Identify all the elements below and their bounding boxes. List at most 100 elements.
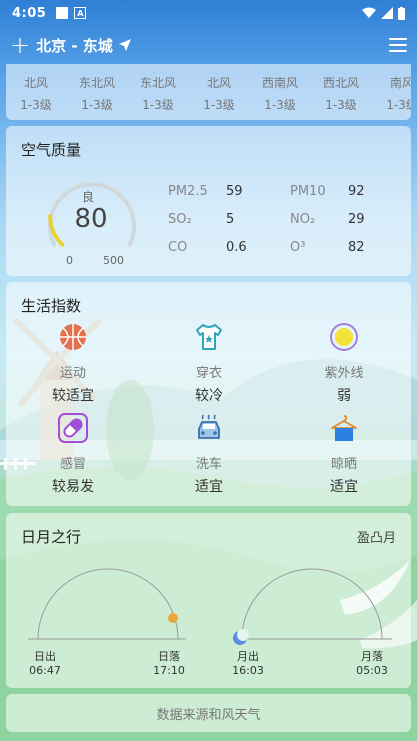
life-item-value: 弱 (337, 388, 351, 404)
sunset-time: 17:10 (153, 664, 185, 677)
pollutant-name: CO (168, 240, 188, 255)
wind-item: 西北风 1-3级 (311, 72, 371, 116)
moonset-time: 05:03 (356, 664, 388, 677)
wind-level: 1-3级 (264, 98, 296, 112)
wind-direction: 东北风 (78, 76, 115, 90)
clothes-hanger-icon (331, 415, 357, 441)
life-item-value: 适宜 (195, 479, 223, 495)
pollutant-value: 0.6 (226, 240, 247, 255)
city-name[interactable]: 北京 - 东城 (36, 35, 113, 56)
menu-line-icon (389, 50, 407, 52)
life-item-label: 感冒 (59, 457, 86, 472)
pollutant-value: 92 (348, 184, 365, 199)
moon-arc (241, 568, 383, 640)
pollutant-name: PM10 (290, 184, 326, 199)
aqi-value: 80 (74, 204, 108, 234)
add-city-button[interactable]: + (10, 33, 30, 57)
air-quality-title: 空气质量 (21, 141, 82, 159)
life-item-label: 运动 (59, 366, 86, 381)
pollutant-name: PM2.5 (168, 184, 208, 199)
data-source-link[interactable]: 数据来源和风天气 (6, 694, 411, 732)
sunset-info: 日落 17:10 (144, 650, 194, 678)
moonset-label: 月落 (361, 650, 383, 663)
wind-level: 1-3级 (142, 98, 174, 112)
sunset-label: 日落 (158, 650, 180, 663)
pollutant-name: NO₂ (290, 212, 316, 227)
moon-position-icon (233, 629, 249, 645)
wind-direction: 北风 (206, 76, 231, 90)
life-item-clothing[interactable]: 穿衣 较冷 (169, 322, 249, 405)
wifi-icon (362, 7, 376, 18)
wind-direction: 北风 (23, 76, 48, 90)
gauge-max-label: 500 (103, 254, 124, 267)
aqi-level-text: 良 (81, 190, 94, 204)
tshirt-icon (196, 324, 222, 350)
wind-direction: 东北风 (139, 76, 176, 90)
wind-direction: 西南风 (261, 76, 298, 90)
pollutant-value: 82 (348, 240, 365, 255)
location-arrow-icon (118, 39, 131, 51)
sun-arc (37, 568, 179, 640)
uv-sun-icon (330, 323, 358, 351)
wind-item: 北风 1-3级 (6, 72, 66, 116)
life-item-carwash[interactable]: 洗车 适宜 (169, 413, 249, 496)
menu-line-icon (389, 38, 407, 40)
wind-level: 1-3级 (203, 98, 235, 112)
wind-level: 1-3级 (81, 98, 113, 112)
moonset-info: 月落 05:03 (347, 650, 397, 678)
air-quality-card[interactable]: 空气质量 良 80 0 500 PM2.5 59 PM10 92 SO₂ 5 N… (6, 126, 411, 276)
life-item-value: 适宜 (330, 479, 358, 495)
sun-moon-card: 日月之行 盈凸月 日出 06:47 日落 17:10 月出 16:03 月落 0… (6, 513, 411, 688)
pollutant-value: 5 (226, 212, 235, 227)
life-item-label: 紫外线 (324, 366, 364, 381)
menu-line-icon (389, 44, 407, 46)
data-source-text: 数据来源和风天气 (156, 707, 261, 723)
car-wash-icon (198, 414, 220, 439)
life-index-card: 生活指数 运动 较适宜 穿衣 较冷 紫外线 弱 感冒 较易发 洗车 适宜 晾晒 … (6, 282, 411, 506)
wind-item: 西南风 1-3级 (250, 72, 310, 116)
wind-direction: 南风 (389, 76, 411, 90)
wind-forecast-card: 北风 1-3级 东北风 1-3级 东北风 1-3级 北风 1-3级 西南风 1-… (6, 64, 411, 120)
wind-item: 南风 1-3级 (372, 72, 411, 116)
life-item-drying[interactable]: 晾晒 适宜 (304, 413, 384, 496)
life-item-value: 较适宜 (52, 388, 94, 404)
wind-level: 1-3级 (325, 98, 357, 112)
basketball-icon (60, 324, 86, 350)
notification-square-icon (56, 7, 69, 19)
notification-a-icon: A (74, 7, 87, 19)
pollutant-name: SO₂ (168, 212, 192, 227)
wind-direction: 西北风 (322, 76, 359, 90)
pollutant-name: O³ (290, 240, 306, 255)
status-time: 4:05 (12, 5, 47, 21)
moonrise-time: 16:03 (232, 664, 264, 677)
moonrise-info: 月出 16:03 (223, 650, 273, 678)
status-bar: 4:05 A (0, 0, 417, 26)
pollutant-value: 59 (226, 184, 243, 199)
pollutant-value: 29 (348, 212, 365, 227)
signal-icon (381, 7, 393, 19)
menu-button[interactable] (389, 38, 407, 52)
sunrise-time: 06:47 (29, 664, 61, 677)
moonrise-label: 月出 (237, 650, 259, 663)
life-item-label: 洗车 (195, 457, 222, 472)
life-item-value: 较冷 (195, 388, 223, 404)
sun-position-icon (168, 613, 178, 623)
wind-item: 东北风 1-3级 (128, 72, 188, 116)
life-item-sport[interactable]: 运动 较适宜 (33, 322, 113, 405)
life-item-label: 穿衣 (195, 366, 222, 381)
wind-item: 东北风 1-3级 (67, 72, 127, 116)
life-item-value: 较易发 (52, 479, 94, 495)
wind-level: 1-3级 (20, 98, 52, 112)
pill-icon (58, 413, 88, 443)
sunrise-info: 日出 06:47 (20, 650, 70, 678)
life-item-uv[interactable]: 紫外线 弱 (304, 322, 384, 405)
life-index-title: 生活指数 (21, 297, 82, 315)
life-item-cold[interactable]: 感冒 较易发 (33, 413, 113, 496)
battery-icon (398, 6, 405, 20)
gauge-min-label: 0 (66, 254, 73, 267)
sunrise-label: 日出 (34, 650, 56, 663)
top-bar: + 北京 - 东城 (0, 26, 417, 64)
wind-item: 北风 1-3级 (189, 72, 249, 116)
life-item-label: 晾晒 (330, 457, 357, 472)
wind-level: 1-3级 (386, 98, 411, 112)
